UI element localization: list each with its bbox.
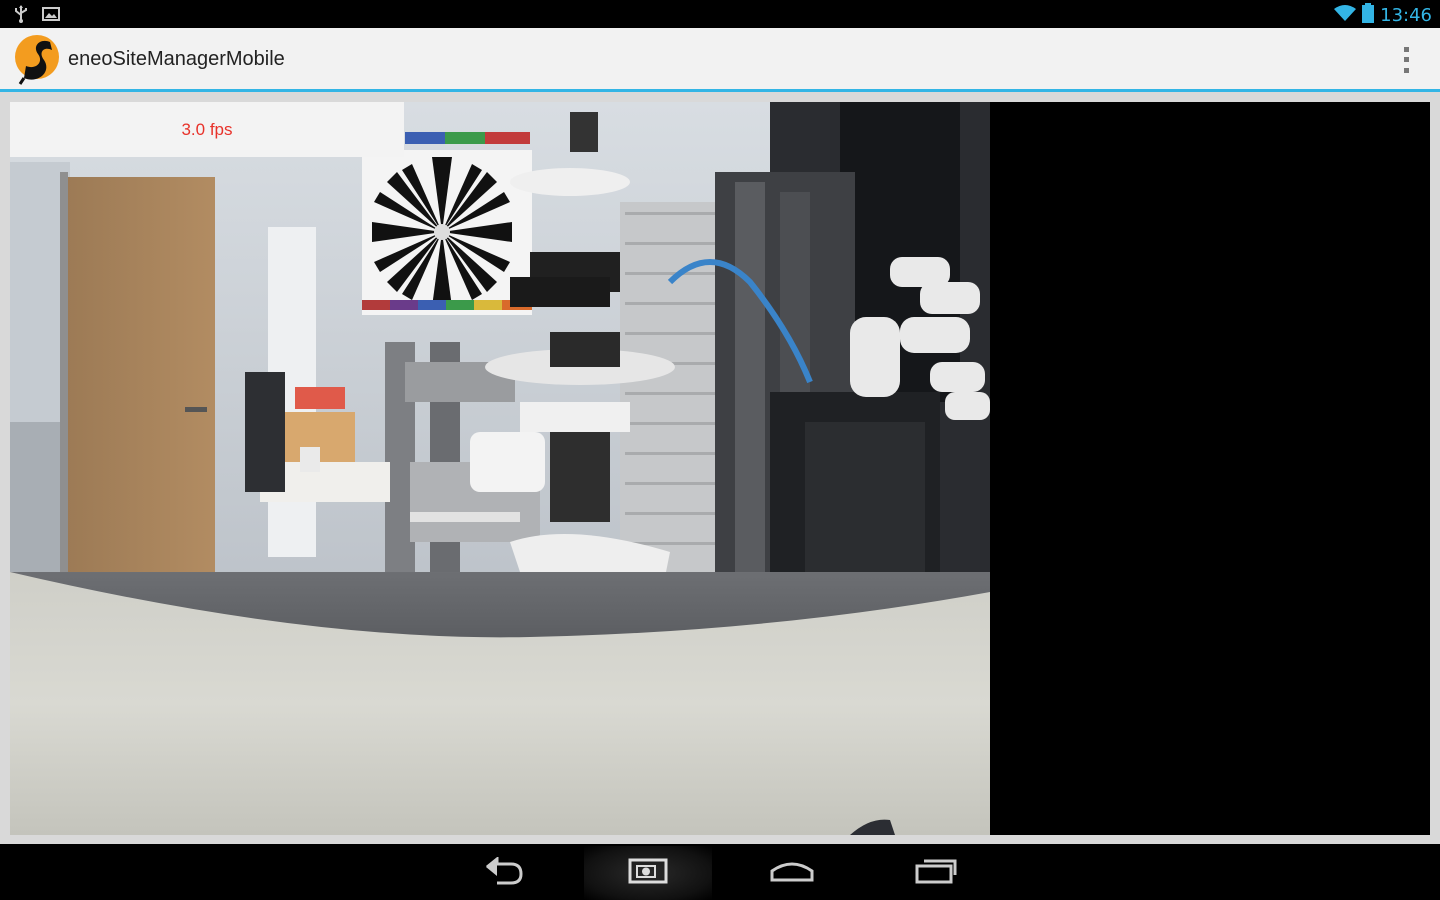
- recent-apps-icon: [914, 857, 958, 890]
- home-icon: [769, 859, 815, 888]
- recent-apps-button[interactable]: [872, 846, 1000, 900]
- camera-view[interactable]: 3.0 fps: [10, 102, 990, 835]
- fps-label: 3.0 fps: [181, 119, 233, 139]
- screenshot-button[interactable]: [584, 846, 712, 900]
- battery-icon: [1362, 3, 1375, 28]
- back-button[interactable]: [440, 846, 568, 900]
- action-bar: eneoSiteManagerMobile: [0, 28, 1440, 92]
- image-notification-icon: [42, 6, 60, 27]
- wifi-icon: [1334, 4, 1357, 27]
- status-right: 13:46: [1334, 3, 1432, 28]
- status-bar: 13:46: [0, 0, 1440, 28]
- camera-feed-image: [10, 102, 990, 835]
- secondary-view-pane: [990, 102, 1430, 835]
- overflow-menu-icon[interactable]: [1396, 44, 1416, 76]
- content-area: 3.0 fps: [0, 92, 1440, 844]
- screenshot-icon: [628, 857, 668, 890]
- status-left: [14, 5, 60, 28]
- back-icon: [483, 855, 525, 890]
- fps-overlay: 3.0 fps: [10, 102, 404, 157]
- status-time: 13:46: [1380, 5, 1432, 26]
- app-logo-icon[interactable]: [14, 32, 62, 88]
- screen: 13:46 eneoSiteManagerMobile 3.0 fps: [0, 0, 1440, 900]
- home-button[interactable]: [728, 846, 856, 900]
- navigation-bar: [0, 846, 1440, 900]
- app-title: eneoSiteManagerMobile: [68, 48, 285, 70]
- usb-icon: [14, 5, 28, 28]
